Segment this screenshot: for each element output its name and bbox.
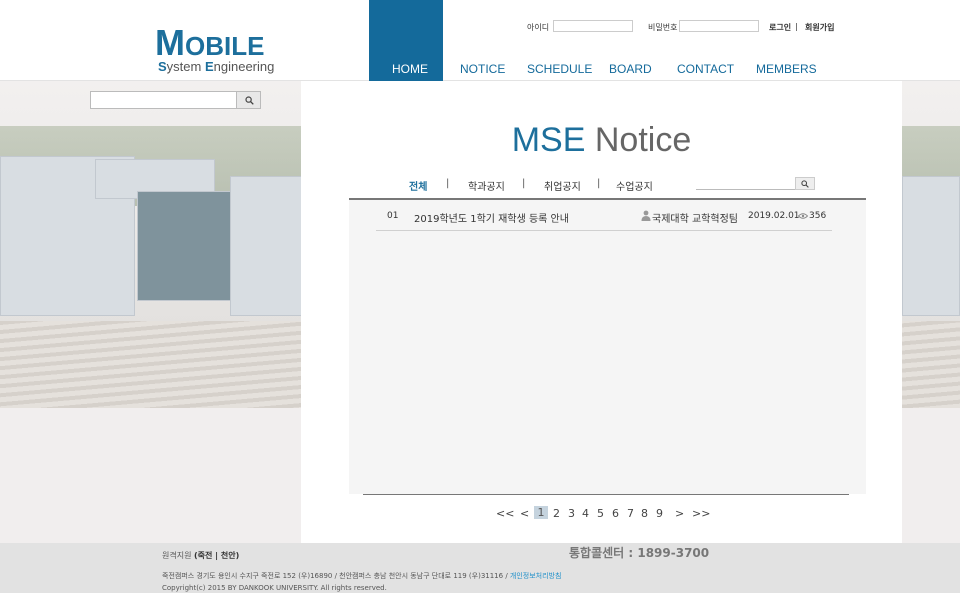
- signup-link[interactable]: 회원가입: [805, 22, 834, 33]
- table-row[interactable]: 01 2019학년도 1학기 재학생 등록 안내 국제대학 교학혁정팀 2019…: [376, 203, 832, 231]
- nav-members[interactable]: MEMBERS: [756, 62, 817, 76]
- tab-separator: |: [446, 178, 450, 189]
- notice-search: [696, 177, 819, 191]
- page-number[interactable]: 7: [627, 507, 634, 520]
- nav-board[interactable]: BOARD: [609, 62, 652, 76]
- privacy-policy-link[interactable]: 개인정보처리방침: [510, 572, 562, 580]
- mobile-system-engineering-logo[interactable]: MOBILE System Engineering: [155, 22, 285, 78]
- logo-subtitle: System Engineering: [158, 59, 275, 74]
- id-label: 아이디: [527, 23, 550, 32]
- tab-separator: |: [597, 178, 601, 189]
- nav-schedule[interactable]: SCHEDULE: [527, 62, 592, 76]
- site-footer: 원격지원 (죽전 | 천안) 통합콜센터 : 1899-3700 죽전캠퍼스 경…: [0, 543, 960, 593]
- login-link[interactable]: 로그인: [769, 22, 791, 33]
- row-author: 국제대학 교학혁정팀: [652, 214, 738, 225]
- row-views: 356: [809, 211, 827, 221]
- password-label: 비밀번호: [648, 23, 678, 32]
- call-center: 통합콜센터 : 1899-3700: [569, 546, 710, 560]
- remote-support: 원격지원 (죽전 | 천안): [162, 550, 239, 561]
- copyright: Copyright(c) 2015 BY DANKOOK UNIVERSITY.…: [162, 584, 387, 592]
- last-page-button[interactable]: >>: [692, 507, 710, 520]
- footer-address: 죽전캠퍼스 경기도 용인시 수지구 죽전로 152 (우)16890 / 천안캠…: [162, 571, 561, 581]
- background-building: [137, 191, 237, 301]
- login-divider: |: [795, 22, 798, 31]
- notice-panel: MSE Notice 전체 | 학과공지 | 취업공지 | 수업공지 01 20…: [301, 81, 902, 543]
- tab-all[interactable]: 전체: [409, 178, 427, 193]
- background-building: [230, 176, 302, 316]
- page-number[interactable]: 8: [641, 507, 648, 520]
- page-number[interactable]: 4: [582, 507, 589, 520]
- site-search-button[interactable]: [236, 91, 261, 109]
- notice-list: 01 2019학년도 1학기 재학생 등록 안내 국제대학 교학혁정팀 2019…: [349, 198, 866, 494]
- tab-separator: |: [522, 178, 526, 189]
- remote-support-label: 원격지원: [162, 551, 192, 560]
- campus-links[interactable]: (죽전 | 천안): [194, 551, 239, 560]
- page-number[interactable]: 3: [568, 507, 575, 520]
- eye-icon: [798, 213, 808, 219]
- site-search-input[interactable]: [90, 91, 237, 109]
- tab-employment[interactable]: 취업공지: [544, 178, 581, 193]
- list-bottom-border: [363, 494, 849, 495]
- page-number[interactable]: 6: [612, 507, 619, 520]
- nav-notice[interactable]: NOTICE: [460, 62, 505, 76]
- id-input[interactable]: [553, 20, 633, 32]
- address-text: 죽전캠퍼스 경기도 용인시 수지구 죽전로 152 (우)16890 / 천안캠…: [162, 572, 508, 580]
- password-input[interactable]: [679, 20, 759, 32]
- search-icon: [801, 180, 809, 188]
- nav-home[interactable]: HOME: [392, 62, 428, 76]
- row-date: 2019.02.01: [748, 211, 800, 221]
- page-number[interactable]: 9: [656, 507, 663, 520]
- site-search: [90, 91, 261, 109]
- row-title[interactable]: 2019학년도 1학기 재학생 등록 안내: [414, 210, 569, 225]
- user-icon: [641, 210, 651, 221]
- notice-search-input[interactable]: [696, 189, 796, 190]
- page-number[interactable]: 5: [597, 507, 604, 520]
- page-title: MSE Notice: [511, 121, 692, 159]
- page-number[interactable]: 2: [553, 507, 560, 520]
- next-page-button[interactable]: >: [675, 507, 684, 520]
- logo-title: MOBILE: [155, 22, 265, 63]
- site-header: MOBILE System Engineering 아이디 비밀번호 로그인 |…: [0, 0, 960, 81]
- prev-page-button[interactable]: <: [520, 507, 529, 520]
- first-page-button[interactable]: <<: [496, 507, 514, 520]
- notice-search-button[interactable]: [795, 177, 815, 190]
- search-icon: [245, 96, 254, 105]
- page-number[interactable]: 1: [534, 506, 548, 519]
- row-number: 01: [387, 211, 399, 221]
- tab-department[interactable]: 학과공지: [468, 178, 505, 193]
- tab-class[interactable]: 수업공지: [616, 178, 653, 193]
- background-building: [902, 176, 960, 316]
- nav-contact[interactable]: CONTACT: [677, 62, 734, 76]
